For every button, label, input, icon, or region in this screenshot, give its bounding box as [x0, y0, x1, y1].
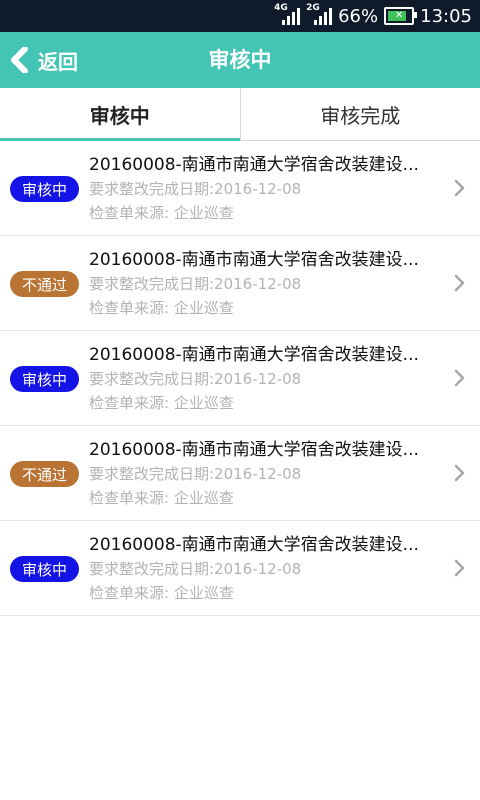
item-source: 检查单来源: 企业巡查 — [89, 584, 234, 602]
battery-percent: 66% — [338, 5, 379, 27]
chevron-right-icon — [452, 369, 466, 387]
list-item[interactable]: 审核中 20160008-南通市南通大学宿舍改装建设... 要求整改完成日期:2… — [0, 141, 480, 236]
chevron-right-icon — [452, 179, 466, 197]
status-badge: 不通过 — [10, 271, 79, 297]
tab-review-complete[interactable]: 审核完成 — [239, 88, 480, 140]
back-button[interactable]: 返回 — [8, 32, 78, 88]
list-item[interactable]: 审核中 20160008-南通市南通大学宿舍改装建设... 要求整改完成日期:2… — [0, 521, 480, 616]
list-item[interactable]: 审核中 20160008-南通市南通大学宿舍改装建设... 要求整改完成日期:2… — [0, 331, 480, 426]
item-source: 检查单来源: 企业巡查 — [89, 489, 234, 507]
item-title: 20160008-南通市南通大学宿舍改装建设... — [89, 345, 419, 365]
back-label: 返回 — [38, 49, 78, 74]
item-due-date: 要求整改完成日期:2016-12-08 — [89, 370, 302, 388]
tab-label: 审核中 — [89, 103, 150, 128]
item-source: 检查单来源: 企业巡查 — [89, 299, 234, 317]
status-bar: 4G 2G 66% ✕ 13:05 — [0, 0, 480, 32]
inspection-list: 审核中 20160008-南通市南通大学宿舍改装建设... 要求整改完成日期:2… — [0, 141, 480, 616]
tab-reviewing[interactable]: 审核中 — [0, 88, 240, 141]
chevron-right-icon — [452, 274, 466, 292]
status-badge: 不通过 — [10, 461, 79, 487]
status-badge: 审核中 — [10, 366, 79, 392]
item-due-date: 要求整改完成日期:2016-12-08 — [89, 465, 302, 483]
item-due-date: 要求整改完成日期:2016-12-08 — [89, 560, 302, 578]
item-title: 20160008-南通市南通大学宿舍改装建设... — [89, 440, 419, 460]
signal-2g-icon: 2G — [306, 3, 333, 27]
list-item[interactable]: 不通过 20160008-南通市南通大学宿舍改装建设... 要求整改完成日期:2… — [0, 236, 480, 331]
chevron-right-icon — [452, 559, 466, 577]
item-source: 检查单来源: 企业巡查 — [89, 204, 234, 222]
app-header: 返回 审核中 — [0, 32, 480, 88]
item-due-date: 要求整改完成日期:2016-12-08 — [89, 275, 302, 293]
status-badge: 审核中 — [10, 556, 79, 582]
tab-bar: 审核中 审核完成 — [0, 88, 480, 141]
item-title: 20160008-南通市南通大学宿舍改装建设... — [89, 155, 419, 175]
chevron-right-icon — [452, 464, 466, 482]
item-due-date: 要求整改完成日期:2016-12-08 — [89, 180, 302, 198]
item-source: 检查单来源: 企业巡查 — [89, 394, 234, 412]
status-badge: 审核中 — [10, 176, 79, 202]
chevron-left-icon — [8, 47, 32, 73]
item-title: 20160008-南通市南通大学宿舍改装建设... — [89, 250, 419, 270]
item-title: 20160008-南通市南通大学宿舍改装建设... — [89, 535, 419, 555]
clock: 13:05 — [420, 5, 472, 27]
tab-label: 审核完成 — [320, 103, 401, 128]
battery-icon: ✕ — [384, 7, 418, 25]
list-item[interactable]: 不通过 20160008-南通市南通大学宿舍改装建设... 要求整改完成日期:2… — [0, 426, 480, 521]
signal-4g-icon: 4G — [274, 3, 301, 27]
